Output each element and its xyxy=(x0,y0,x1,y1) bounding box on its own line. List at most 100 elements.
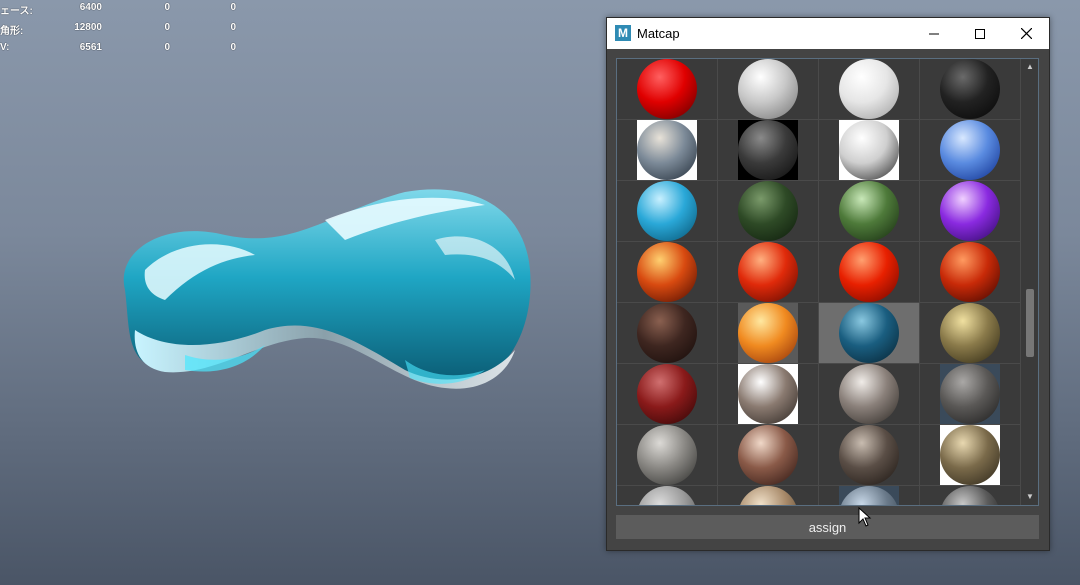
hud-value: 0 xyxy=(164,2,170,13)
matcap-thumbnail xyxy=(839,486,899,505)
matcap-sphere-icon xyxy=(839,242,899,302)
minimize-button[interactable] xyxy=(911,18,957,49)
matcap-sphere-icon xyxy=(940,181,1000,241)
assign-button[interactable]: assign xyxy=(616,515,1039,539)
matcap-cell-grey-light[interactable] xyxy=(617,486,718,505)
matcap-cell-brown-skin[interactable] xyxy=(718,425,819,486)
matcap-thumbnail xyxy=(637,181,697,241)
matcap-sphere-icon xyxy=(637,120,697,180)
matcap-cell-dark-red[interactable] xyxy=(617,364,718,425)
matcap-sphere-icon xyxy=(637,486,697,505)
matcap-thumbnail xyxy=(940,59,1000,119)
matcap-sphere-icon xyxy=(738,242,798,302)
hud-row-triangles: 角形: 12800 0 0 xyxy=(0,20,250,40)
matcap-sphere-icon xyxy=(738,59,798,119)
matcap-thumbnail xyxy=(637,59,697,119)
matcap-thumbnail xyxy=(839,181,899,241)
matcap-sphere-icon xyxy=(940,486,1000,505)
matcap-cell-purple-chrome[interactable] xyxy=(920,181,1021,242)
hud-value: 0 xyxy=(230,22,236,33)
vertical-scrollbar[interactable]: ▲ ▼ xyxy=(1022,59,1038,505)
hud-value: 0 xyxy=(230,42,236,53)
maya-app-icon: M xyxy=(615,25,631,41)
matcap-cell-red-gloss[interactable] xyxy=(617,59,718,120)
matcap-cell-grey-stone[interactable] xyxy=(617,425,718,486)
matcap-thumbnail xyxy=(738,242,798,302)
matcap-thumbnail xyxy=(637,364,697,424)
scroll-down-arrow-icon[interactable]: ▼ xyxy=(1022,489,1038,505)
matcap-sphere-icon xyxy=(637,242,697,302)
matcap-thumbnail xyxy=(940,303,1000,363)
matcap-thumbnail xyxy=(738,303,798,363)
matcap-sphere-icon xyxy=(637,303,697,363)
matcap-thumbnail xyxy=(940,425,1000,485)
matcap-sphere-icon xyxy=(637,364,697,424)
matcap-cell-red-crackle[interactable] xyxy=(920,242,1021,303)
hud-value: 0 xyxy=(164,42,170,53)
matcap-sphere-icon xyxy=(738,425,798,485)
matcap-thumbnail xyxy=(839,59,899,119)
matcap-sphere-icon xyxy=(839,425,899,485)
matcap-cell-black-gloss[interactable] xyxy=(920,59,1021,120)
hud-value: 6561 xyxy=(79,42,102,53)
matcap-sphere-icon xyxy=(839,486,899,505)
hud-row-faces: ェース: 6400 0 0 xyxy=(0,0,250,20)
matcap-thumbnail xyxy=(738,364,798,424)
matcap-thumbnail xyxy=(637,486,697,505)
matcap-sphere-icon xyxy=(637,425,697,485)
matcap-cell-blue-grey[interactable] xyxy=(819,486,920,505)
matcap-cell-tan-light[interactable] xyxy=(718,486,819,505)
matcap-sphere-icon xyxy=(839,59,899,119)
matcap-cell-grey-blue-metal[interactable] xyxy=(617,120,718,181)
minimize-icon xyxy=(929,33,939,34)
matcap-thumbnail xyxy=(940,181,1000,241)
matcap-thumbnail xyxy=(738,120,798,180)
matcap-thumbnail xyxy=(637,303,697,363)
matcap-sphere-icon xyxy=(940,242,1000,302)
matcap-cell-tan-rim[interactable] xyxy=(920,425,1021,486)
matcap-sphere-icon xyxy=(637,59,697,119)
matcap-cell-orange-soft[interactable] xyxy=(718,303,819,364)
matcap-sphere-icon xyxy=(940,364,1000,424)
matcap-cell-orange-lava[interactable] xyxy=(617,242,718,303)
matcap-sphere-icon xyxy=(738,486,798,505)
matcap-cell-cyan-gloss[interactable] xyxy=(617,181,718,242)
scroll-up-arrow-icon[interactable]: ▲ xyxy=(1022,59,1038,75)
window-title: Matcap xyxy=(637,26,680,41)
matcap-cell-gold-olive[interactable] xyxy=(920,303,1021,364)
matcap-sphere-icon xyxy=(839,181,899,241)
window-titlebar[interactable]: M Matcap xyxy=(607,18,1049,49)
matcap-cell-white-silver[interactable] xyxy=(718,59,819,120)
matcap-cell-white-soft[interactable] xyxy=(819,59,920,120)
matcap-thumbnail xyxy=(940,486,1000,505)
twisted-mesh-model[interactable] xyxy=(105,180,545,400)
matcap-list-panel[interactable]: ▲ ▼ xyxy=(616,58,1039,506)
matcap-cell-red-ember[interactable] xyxy=(819,242,920,303)
matcap-cell-dark-green[interactable] xyxy=(718,181,819,242)
matcap-cell-dark-silver[interactable] xyxy=(920,486,1021,505)
hud-value: 0 xyxy=(230,2,236,13)
hud-label: V: xyxy=(0,42,10,53)
scrollbar-thumb[interactable] xyxy=(1026,289,1034,357)
matcap-cell-grey-taupe[interactable] xyxy=(819,364,920,425)
matcap-cell-dark-taupe[interactable] xyxy=(819,425,920,486)
heads-up-display: ェース: 6400 0 0 角形: 12800 0 0 V: 6561 0 0 xyxy=(0,0,250,60)
matcap-cell-grey-slate[interactable] xyxy=(920,364,1021,425)
hud-value: 6400 xyxy=(79,2,102,13)
matcap-cell-blue-chrome[interactable] xyxy=(920,120,1021,181)
matcap-thumbnail xyxy=(940,364,1000,424)
matcap-thumbnail xyxy=(637,242,697,302)
matcap-cell-teal-blue[interactable] xyxy=(819,303,920,364)
maximize-button[interactable] xyxy=(957,18,1003,49)
matcap-cell-grey-bright-rim[interactable] xyxy=(718,364,819,425)
matcap-thumbnail xyxy=(839,242,899,302)
matcap-cell-dark-brown[interactable] xyxy=(617,303,718,364)
matcap-sphere-icon xyxy=(839,364,899,424)
matcap-thumbnail xyxy=(940,242,1000,302)
matcap-thumbnail xyxy=(839,303,899,363)
matcap-cell-green-gloss[interactable] xyxy=(819,181,920,242)
matcap-cell-dark-grey[interactable] xyxy=(718,120,819,181)
matcap-cell-red-orange-gloss[interactable] xyxy=(718,242,819,303)
matcap-cell-white-black-ring[interactable] xyxy=(819,120,920,181)
close-button[interactable] xyxy=(1003,18,1049,49)
